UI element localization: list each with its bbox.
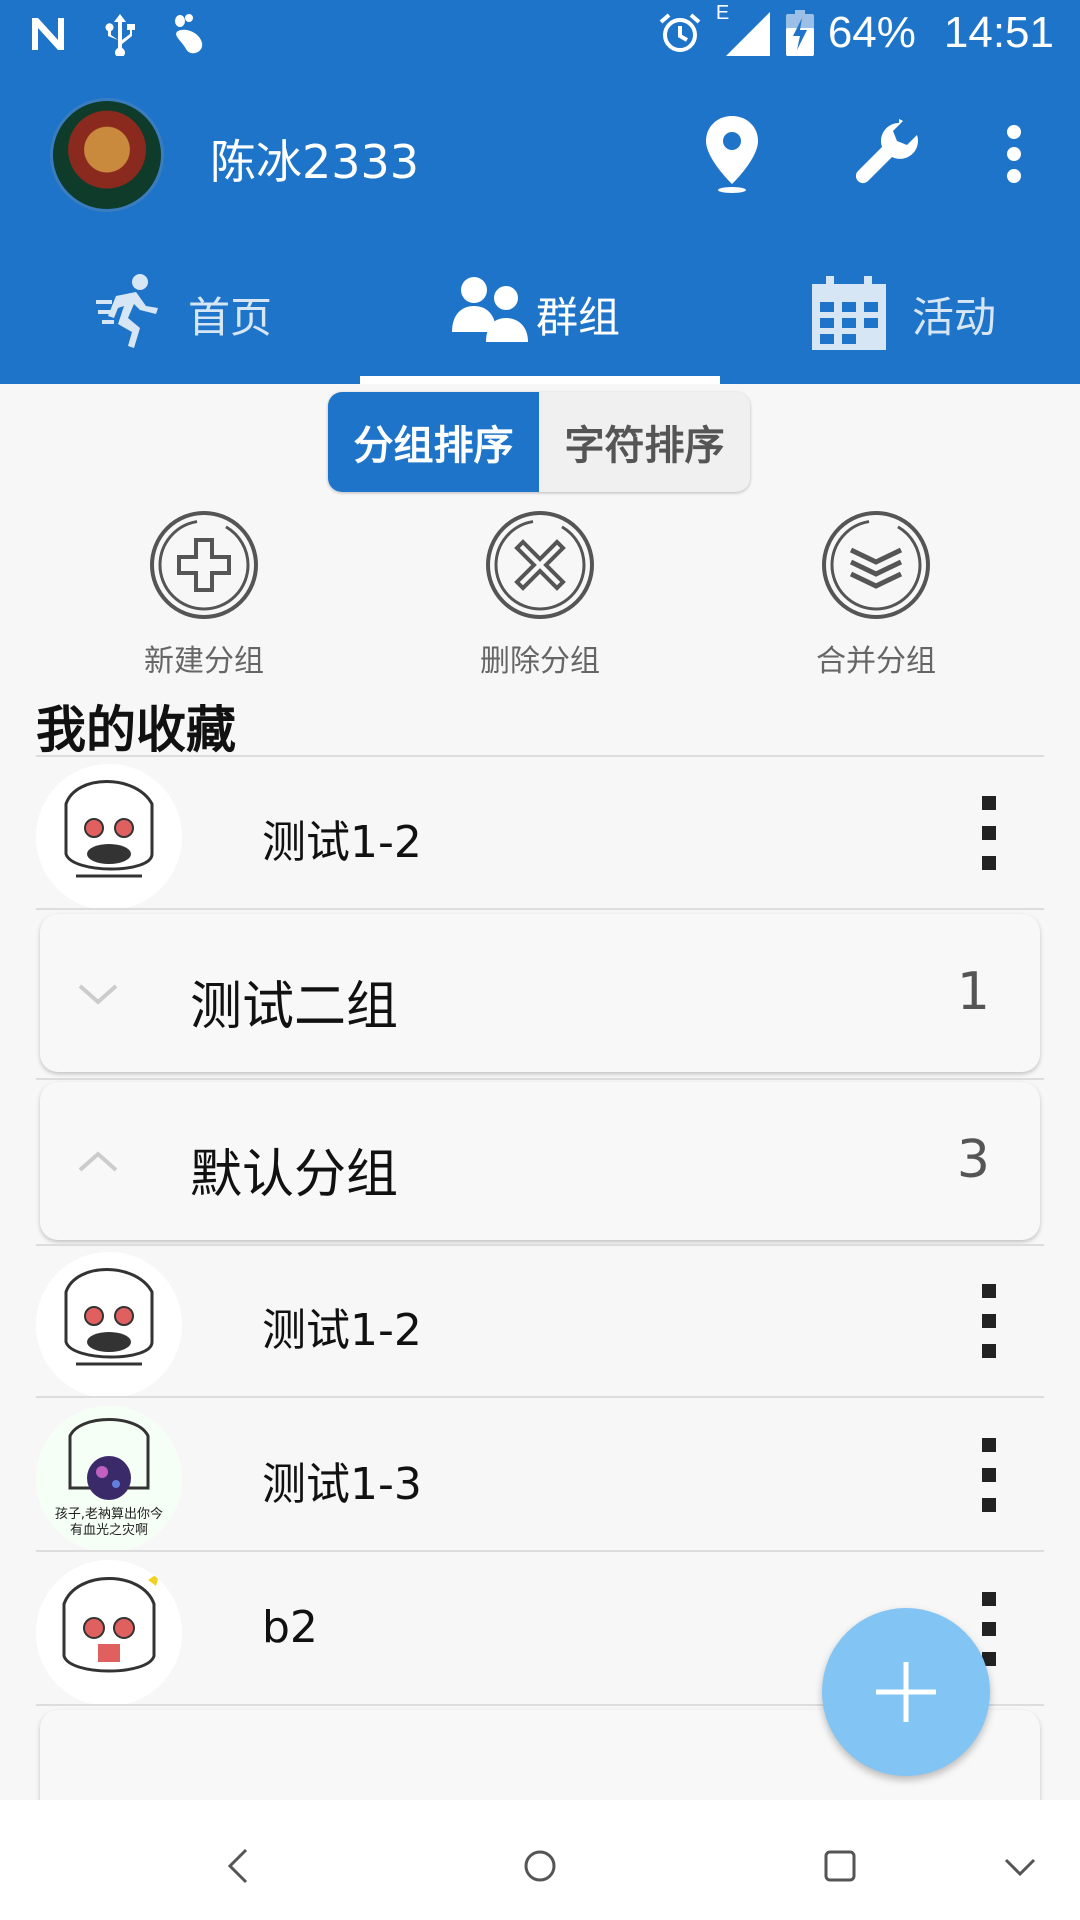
sort-by-char-button[interactable]: 字符排序 xyxy=(539,392,750,492)
member-item[interactable]: 孩子,老衲算出你今 有血光之灾啊 测试1-3 xyxy=(36,1400,1044,1552)
group-card[interactable]: 默认分组 3 xyxy=(40,1082,1040,1240)
member-item[interactable]: 测试1-2 xyxy=(36,1246,1044,1398)
divider xyxy=(36,1396,1044,1398)
chevron-up-icon xyxy=(78,1151,118,1172)
group-icon xyxy=(452,277,528,342)
divider xyxy=(36,908,1044,910)
member-name: 测试1-2 xyxy=(262,1305,422,1356)
status-bar: E 64% 14:51 xyxy=(0,0,1080,76)
new-group-label: 新建分组 xyxy=(144,644,264,679)
merge-group-action[interactable]: 合并分组 xyxy=(776,510,976,680)
group-card[interactable]: 测试二组 1 xyxy=(40,914,1040,1072)
user-avatar[interactable] xyxy=(50,98,164,212)
favorite-item[interactable]: 测试1-2 xyxy=(36,758,1044,910)
tab-activities[interactable]: 活动 xyxy=(812,250,996,384)
tab-groups[interactable]: 群组 xyxy=(452,250,620,384)
network-type: E xyxy=(715,2,730,24)
item-more-button[interactable] xyxy=(982,1284,996,1374)
add-circle-icon xyxy=(150,511,258,619)
divider xyxy=(36,1078,1044,1080)
location-button[interactable] xyxy=(692,114,772,194)
delete-group-action[interactable]: 删除分组 xyxy=(440,510,640,680)
app-bar: 陈冰2333 xyxy=(0,96,1080,216)
signal-icon: E xyxy=(716,2,772,58)
favorite-item-name: 测试1-2 xyxy=(262,817,422,868)
location-pin-icon xyxy=(706,116,758,193)
wrench-icon xyxy=(855,119,918,184)
overflow-menu-button[interactable] xyxy=(974,114,1054,194)
tab-activities-label: 活动 xyxy=(912,293,997,342)
footprint-icon xyxy=(175,14,203,54)
chevron-down-icon[interactable] xyxy=(990,1836,1050,1896)
battery-percent: 64% xyxy=(827,8,916,57)
sort-toggle: 分组排序 字符排序 xyxy=(328,392,750,492)
more-vertical-icon xyxy=(1007,125,1021,183)
group-count: 1 xyxy=(956,962,990,1022)
merge-group-label: 合并分组 xyxy=(816,644,936,679)
running-icon xyxy=(96,274,158,348)
tab-groups-label: 群组 xyxy=(536,293,621,342)
new-group-action[interactable]: 新建分组 xyxy=(104,510,304,680)
item-more-button[interactable] xyxy=(982,796,996,886)
group-name: 默认分组 xyxy=(190,1145,399,1205)
delete-circle-icon xyxy=(486,511,594,619)
back-icon[interactable] xyxy=(210,1836,270,1896)
divider xyxy=(36,755,1044,757)
tab-home-label: 首页 xyxy=(188,293,273,342)
app-header: E 64% 14:51 陈冰2333 首页 群组 活动 xyxy=(0,0,1080,384)
member-name: 测试1-3 xyxy=(262,1459,422,1510)
n-notification-icon xyxy=(32,18,64,50)
settings-button[interactable] xyxy=(848,114,928,194)
divider xyxy=(36,1550,1044,1552)
tab-indicator xyxy=(360,376,720,384)
home-icon[interactable] xyxy=(510,1836,570,1896)
usb-icon xyxy=(105,14,135,56)
tab-home[interactable]: 首页 xyxy=(96,250,272,384)
battery-charging-icon xyxy=(785,10,814,56)
contact-avatar xyxy=(36,1252,182,1398)
contact-avatar xyxy=(36,1560,182,1706)
plus-icon xyxy=(876,1662,936,1722)
group-name: 测试二组 xyxy=(190,977,399,1037)
clock: 14:51 xyxy=(943,8,1054,57)
merge-layers-icon xyxy=(822,511,930,619)
tab-bar: 首页 群组 活动 xyxy=(0,250,1080,384)
contact-avatar xyxy=(36,764,182,910)
avatar-caption: 有血光之灾啊 xyxy=(70,1522,148,1538)
add-fab[interactable] xyxy=(822,1608,990,1776)
delete-group-label: 删除分组 xyxy=(480,644,600,679)
group-count: 3 xyxy=(956,1130,990,1190)
favorites-title: 我的收藏 xyxy=(36,701,236,759)
member-name: b2 xyxy=(262,1602,318,1653)
chevron-down-icon xyxy=(78,984,118,1005)
recents-icon[interactable] xyxy=(810,1836,870,1896)
system-nav-bar xyxy=(0,1800,1080,1920)
calendar-icon xyxy=(812,276,886,350)
item-more-button[interactable] xyxy=(982,1438,996,1528)
username: 陈冰2333 xyxy=(210,135,420,189)
alarm-icon xyxy=(659,13,701,52)
contact-avatar: 孩子,老衲算出你今有血光之灾啊 xyxy=(36,1406,182,1552)
sort-by-group-button[interactable]: 分组排序 xyxy=(328,392,539,492)
avatar-caption: 孩子,老衲算出你今 xyxy=(55,1506,163,1522)
